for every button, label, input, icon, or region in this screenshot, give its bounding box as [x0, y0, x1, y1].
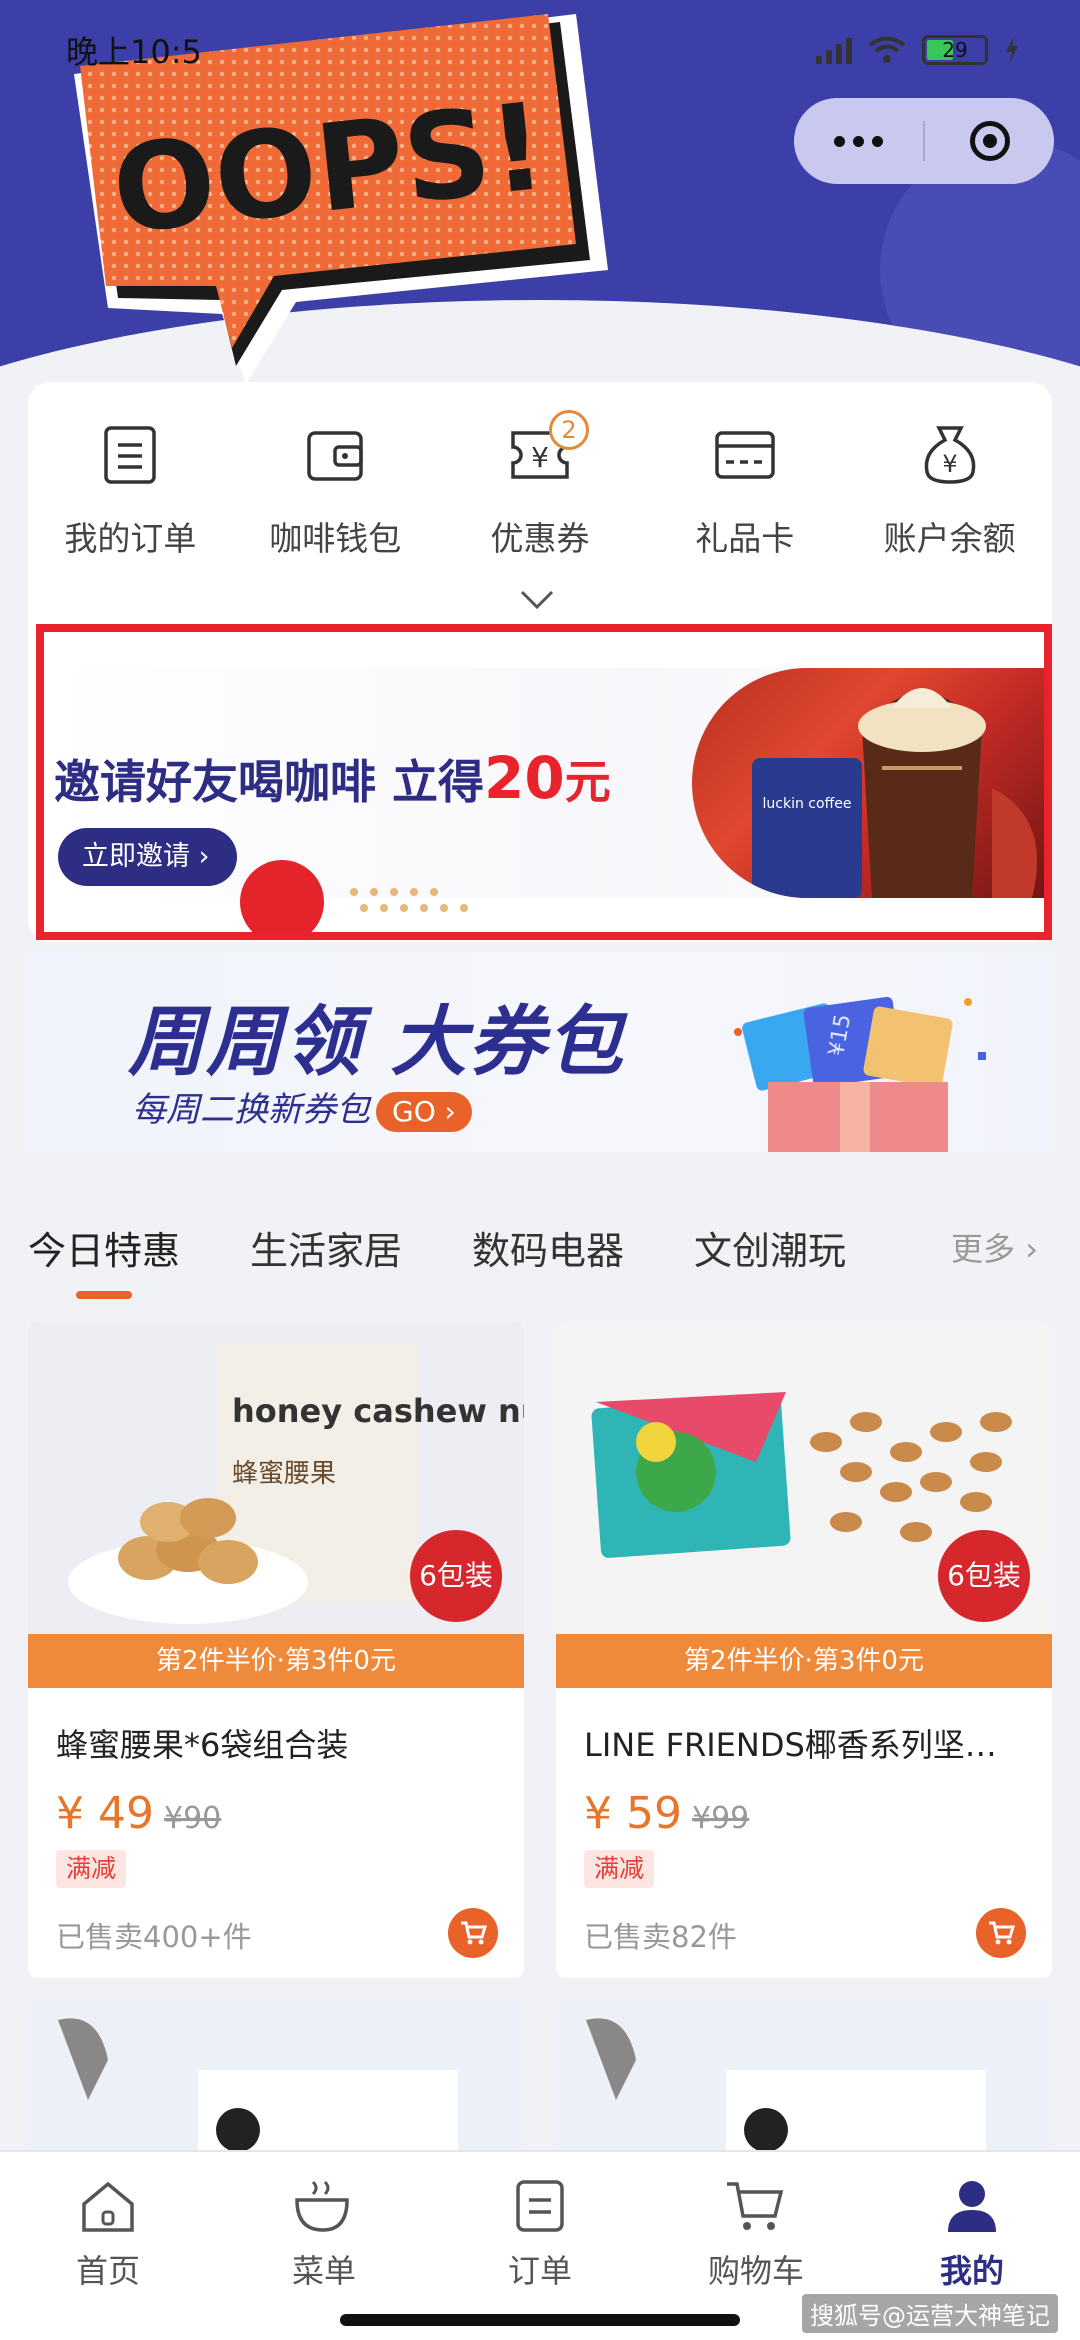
price-value: 59 [626, 1788, 682, 1839]
invite-amount: 20 [484, 744, 565, 812]
tab-label: 菜单 [291, 2252, 356, 2290]
go-button[interactable]: GO › [376, 1091, 472, 1132]
tab-electronics[interactable]: 数码电器 [472, 1220, 624, 1275]
tab-more[interactable]: 更多 › [951, 1224, 1038, 1270]
currency-symbol: ¥ [56, 1788, 84, 1839]
decor-circle [240, 860, 324, 932]
discount-tag: 满减 [56, 1850, 127, 1888]
gift-card-icon [710, 420, 780, 490]
money-bag-icon: ¥ [915, 420, 985, 490]
tab-orders[interactable]: 订单 [432, 2152, 648, 2340]
status-bar: 晚上10:5 29 [66, 28, 1020, 72]
menu-label: 账户余额 [883, 519, 1016, 558]
invite-unit: 元 [564, 755, 611, 809]
menu-item-coupons[interactable]: ¥ 2 优惠券 [438, 410, 643, 560]
original-price: ¥90 [164, 1801, 222, 1836]
home-icon [76, 2174, 140, 2238]
order-list-icon [95, 420, 165, 490]
coupon-banner-subtitle: 每周二换新券包 GO › [132, 1082, 472, 1132]
menu-item-wallet[interactable]: 咖啡钱包 [233, 420, 438, 560]
pack-badge: 6包装 [938, 1530, 1030, 1622]
status-time: 晚上10:5 [66, 33, 202, 71]
tab-creative-toys[interactable]: 文创潮玩 [694, 1220, 846, 1275]
expand-chevron-icon[interactable] [520, 590, 554, 610]
invite-title: 邀请好友喝咖啡 立得20元 [54, 744, 611, 812]
order-icon [508, 2174, 572, 2238]
wifi-icon [868, 36, 906, 63]
coupon-icon: ¥ 2 [505, 410, 589, 490]
sold-count: 已售卖82件 [584, 1920, 737, 1954]
tab-menu[interactable]: 菜单 [216, 2152, 432, 2340]
weekly-coupon-banner[interactable]: 周周领 大券包 每周二换新券包 GO › ¥15 [28, 952, 1052, 1152]
tab-home-living[interactable]: 生活家居 [250, 1220, 402, 1275]
invite-friends-banner[interactable]: 邀请好友喝咖啡 立得20元 立即邀请 › luckin coffee [36, 624, 1052, 940]
add-to-cart-button[interactable] [448, 1908, 498, 1958]
svg-text:¥: ¥ [531, 441, 549, 474]
product-card[interactable]: 6包装 第2件半价·第3件0元 LINE FRIENDS椰香系列坚… ¥ 59 ¥… [556, 1322, 1052, 1978]
go-label: GO [392, 1094, 436, 1128]
battery-icon: 29 [922, 35, 988, 65]
promo-strip: 第2件半价·第3件0元 [556, 1634, 1052, 1688]
home-indicator[interactable] [340, 2314, 740, 2326]
product-name: 蜂蜜腰果*6袋组合装 [56, 1726, 349, 1764]
coupon-count-badge: 2 [548, 410, 589, 450]
mini-program-capsule [794, 98, 1054, 184]
tab-label: 订单 [507, 2252, 572, 2290]
coupon-subtitle-text: 每周二换新券包 [132, 1090, 370, 1130]
coupon-banner-title: 周周领 大券包 [128, 997, 625, 1086]
tab-label: 购物车 [707, 2252, 804, 2290]
signal-icon [816, 36, 852, 64]
coffee-cup-icon [292, 2174, 356, 2238]
price-value: 49 [98, 1788, 154, 1839]
tab-label: 我的 [939, 2252, 1004, 2290]
profile-icon [940, 2174, 1004, 2238]
decor-dots [350, 888, 468, 912]
coffee-photo: luckin coffee [692, 668, 1044, 898]
package-cn-text: 蜂蜜腰果 [232, 1459, 336, 1489]
menu-item-balance[interactable]: ¥ 账户余额 [847, 420, 1052, 560]
svg-text:¥: ¥ [942, 450, 957, 478]
product-card[interactable]: honey cashew nuts 蜂蜜腰果 6包装 第2件半价·第3件0元 蜂… [28, 1322, 524, 1978]
cup-brand-text: luckin coffee [763, 796, 852, 812]
menu-label: 礼品卡 [695, 519, 795, 558]
category-tabs: 今日特惠 生活家居 数码电器 文创潮玩 更多 › [28, 1212, 1068, 1282]
product-name: LINE FRIENDS椰香系列坚… [584, 1726, 997, 1764]
currency-symbol: ¥ [584, 1788, 612, 1839]
quick-menu: 我的订单 咖啡钱包 ¥ 2 优惠券 礼品卡 ¥ 账户余额 [28, 410, 1052, 560]
tab-label: 首页 [75, 2252, 140, 2290]
wallet-icon [300, 420, 370, 490]
close-program-button[interactable] [925, 121, 1054, 161]
cart-icon [989, 1921, 1015, 1945]
invite-now-button[interactable]: 立即邀请 › [58, 828, 238, 886]
chevron-right-icon: › [1025, 1230, 1038, 1268]
target-icon [969, 121, 1010, 161]
pack-badge: 6包装 [410, 1530, 502, 1622]
promo-strip: 第2件半价·第3件0元 [28, 1634, 524, 1688]
coupon-gift-illustration: ¥15 [734, 996, 986, 1152]
package-text: honey cashew nuts [232, 1392, 524, 1430]
cart-icon [724, 2174, 788, 2238]
product-price: ¥ 59 ¥99 [584, 1788, 749, 1839]
invite-title-text: 邀请好友喝咖啡 立得 [54, 755, 485, 809]
tab-today-deals[interactable]: 今日特惠 [28, 1220, 180, 1275]
invite-button-label: 立即邀请 [82, 841, 190, 872]
menu-label: 我的订单 [64, 519, 197, 558]
product-price: ¥ 49 ¥90 [56, 1788, 221, 1839]
cart-icon [461, 1921, 487, 1945]
original-price: ¥99 [692, 1801, 750, 1836]
sold-count: 已售卖400+件 [56, 1920, 252, 1954]
menu-label: 咖啡钱包 [269, 519, 402, 558]
charging-icon [1006, 36, 1018, 64]
more-label: 更多 [951, 1230, 1016, 1268]
menu-item-orders[interactable]: 我的订单 [28, 420, 233, 560]
more-menu-button[interactable] [794, 135, 923, 147]
battery-level: 29 [942, 38, 968, 62]
discount-tag: 满减 [584, 1850, 655, 1888]
menu-item-gift-card[interactable]: 礼品卡 [642, 420, 847, 560]
add-to-cart-button[interactable] [976, 1908, 1026, 1958]
menu-label: 优惠券 [490, 519, 590, 558]
tab-home[interactable]: 首页 [0, 2152, 216, 2340]
watermark: 搜狐号@运营大神笔记 [802, 2294, 1058, 2333]
